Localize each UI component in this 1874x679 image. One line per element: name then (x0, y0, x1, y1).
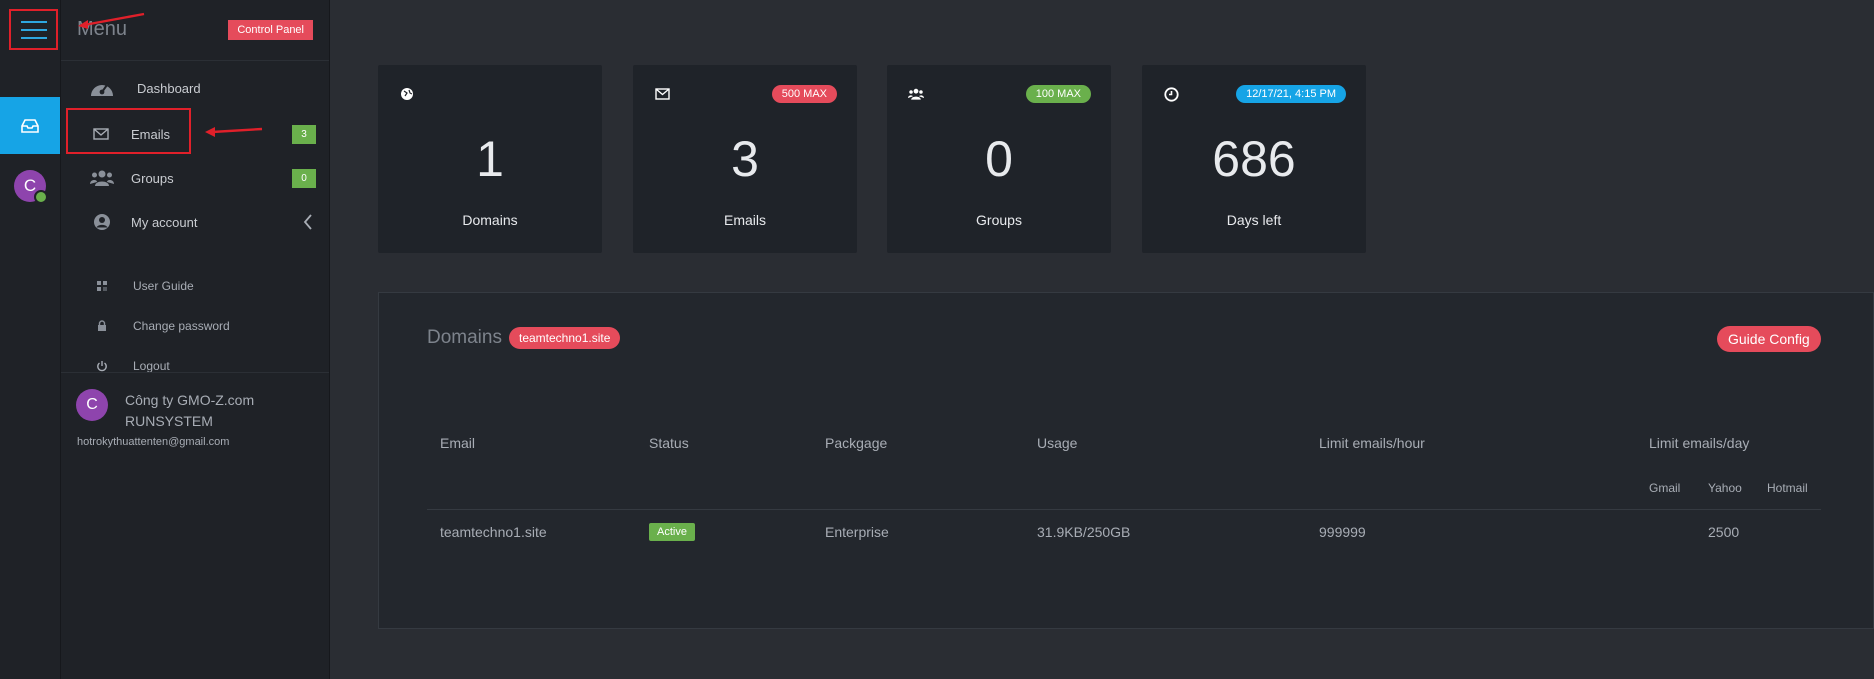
groups-count: 0 (985, 131, 1013, 187)
mail-icon (654, 86, 670, 102)
cell-usage: 31.9KB/250GB (1037, 524, 1131, 540)
column-header-gmail: Gmail (1649, 481, 1681, 495)
column-header-package: Packgage (825, 435, 888, 451)
table-divider (427, 509, 1821, 510)
stat-card-label: Domains (462, 212, 518, 228)
domain-badge: teamtechno1.site (509, 327, 621, 349)
stat-card-label: Days left (1226, 212, 1282, 228)
emails-count: 3 (731, 131, 759, 187)
cell-limit-yahoo: 2500 (1708, 524, 1740, 540)
column-header-email: Email (440, 435, 476, 451)
company-line1: Công ty GMO-Z.com (125, 392, 255, 408)
company-name: Công ty GMO-Z.com RUNSYSTEM (125, 390, 254, 432)
column-header-limit-hour: Limit emails/hour (1319, 435, 1425, 451)
stat-card-days-left: 12/17/21, 4:15 PM 686 Days left (1142, 65, 1366, 253)
stat-card-groups: 100 MAX 0 Groups (887, 65, 1111, 253)
column-header-status: Status (649, 435, 689, 451)
cell-limit-hour: 999999 (1319, 524, 1366, 540)
guide-config-button[interactable]: Guide Config (1717, 326, 1821, 352)
column-header-yahoo: Yahoo (1708, 481, 1742, 495)
sidebar-item-label: My account (131, 214, 198, 230)
hamburger-menu-icon[interactable] (9, 9, 58, 50)
sidebar-item-groups[interactable]: Groups 0 (61, 160, 329, 196)
users-icon (908, 86, 924, 102)
column-header-usage: Usage (1037, 435, 1078, 451)
emails-count-badge: 3 (292, 124, 316, 144)
globe-icon (399, 86, 415, 102)
groups-count-badge: 0 (292, 168, 316, 188)
cell-email: teamtechno1.site (440, 524, 547, 540)
sidebar-item-dashboard[interactable]: Dashboard (61, 70, 329, 106)
days-left-count: 686 (1212, 131, 1296, 187)
annotation-arrow (205, 127, 263, 137)
expiry-date-badge: 12/17/21, 4:15 PM (1236, 85, 1346, 103)
status-badge: Active (649, 523, 695, 541)
avatar[interactable]: C (14, 170, 48, 204)
sidebar-item-label: Groups (131, 170, 174, 186)
sidebar-item-change-password[interactable]: Change password (61, 312, 329, 340)
sidebar-menu: Menu Control Panel Dashboard Emails 3 Gr… (61, 0, 330, 679)
sidebar-item-label: User Guide (133, 279, 194, 293)
dashboard-icon (89, 77, 115, 99)
company-line2: RUNSYSTEM (125, 413, 213, 429)
emails-max-badge: 500 MAX (771, 85, 837, 103)
users-icon (89, 167, 115, 189)
panel-title: Domains (427, 327, 502, 348)
stat-card-emails: 500 MAX 3 Emails (633, 65, 857, 253)
guide-icon (94, 278, 110, 294)
stat-card-domains: 1 Domains (378, 65, 602, 253)
user-avatar: C (76, 389, 108, 421)
divider (61, 372, 329, 373)
column-header-hotmail: Hotmail (1767, 481, 1808, 495)
sidebar-item-label: Dashboard (137, 80, 201, 96)
groups-max-badge: 100 MAX (1025, 85, 1091, 103)
domains-panel: Domains teamtechno1.site Guide Config Em… (378, 292, 1874, 629)
user-circle-icon (89, 211, 115, 233)
clock-icon (1163, 86, 1179, 102)
stat-card-label: Emails (723, 212, 766, 228)
sidebar-item-logout[interactable]: Logout (61, 352, 329, 380)
cell-package: Enterprise (825, 524, 889, 540)
user-email: hotrokythuattenten@gmail.com (77, 436, 230, 448)
highlight-box (66, 108, 191, 154)
control-panel-button[interactable]: Control Panel (228, 20, 313, 40)
annotation-arrow (78, 12, 145, 29)
online-status-dot (34, 190, 48, 204)
inbox-icon[interactable] (0, 97, 60, 154)
domains-count: 1 (476, 131, 504, 187)
sidebar-item-my-account[interactable]: My account (61, 204, 329, 240)
sidebar-item-user-guide[interactable]: User Guide (61, 272, 329, 300)
column-header-limit-day: Limit emails/day (1649, 435, 1750, 451)
chevron-left-icon[interactable] (303, 214, 313, 230)
stat-card-label: Groups (976, 212, 1022, 228)
lock-icon (94, 318, 110, 334)
sidebar-item-label: Logout (133, 359, 170, 373)
sidebar-item-label: Change password (133, 319, 230, 333)
icon-rail: C (0, 0, 61, 679)
